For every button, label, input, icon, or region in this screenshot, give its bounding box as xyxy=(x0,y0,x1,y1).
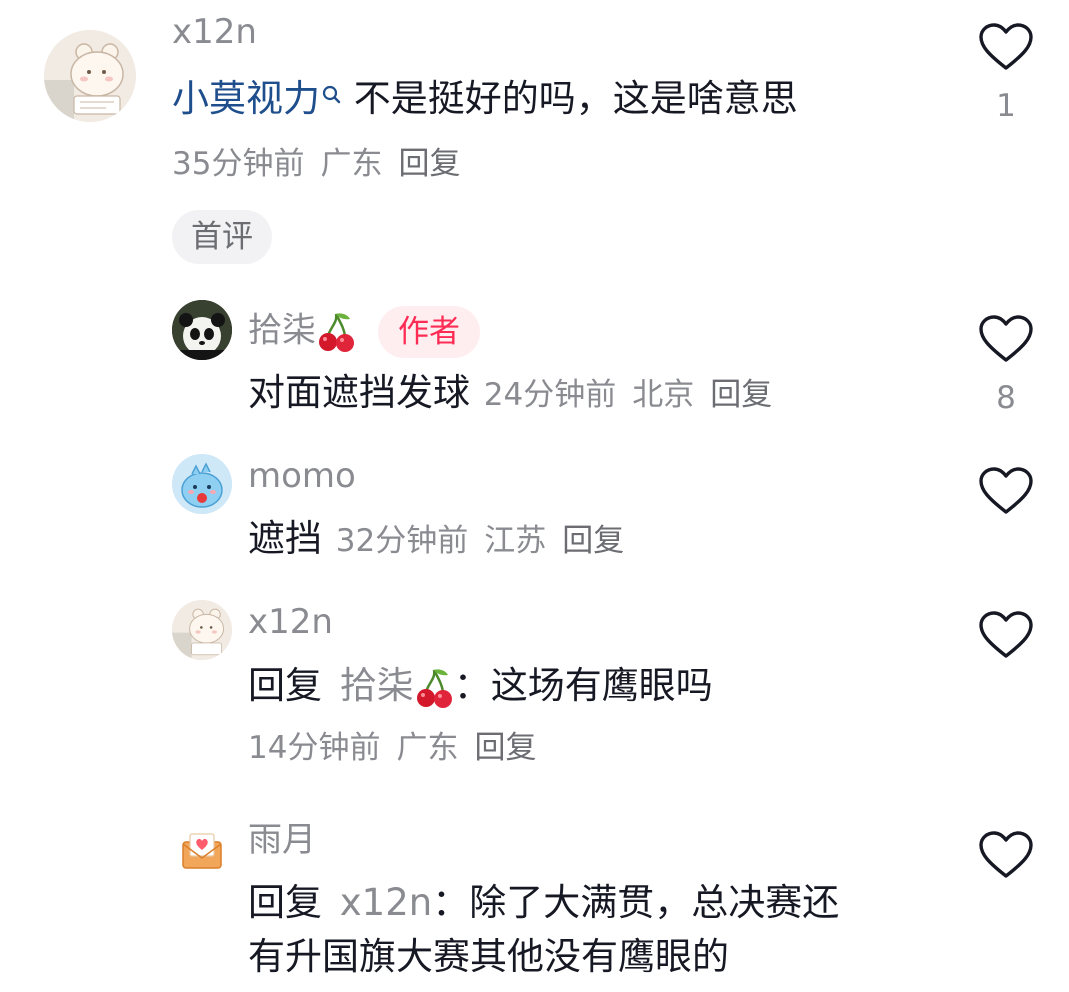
avatar[interactable] xyxy=(180,828,224,872)
comment-location: 江苏 xyxy=(484,523,547,559)
comment-text[interactable]: 回复 x12n：除了大满贯，总决赛还 xyxy=(248,880,839,926)
reply-target-username[interactable]: 拾柒 xyxy=(340,664,414,707)
comment-location: 广东 xyxy=(320,146,383,182)
comment-meta: 14分钟前 广东 回复 xyxy=(248,728,536,768)
blue-creature-avatar-icon xyxy=(172,454,232,514)
comment-time: 14分钟前 xyxy=(248,730,381,766)
like-count: 1 xyxy=(996,88,1016,124)
comment-text[interactable]: 小莫视力 不是挺好的吗，这是啥意思 xyxy=(172,76,798,122)
search-icon[interactable] xyxy=(322,72,342,118)
panda-avatar-icon xyxy=(172,300,232,360)
avatar[interactable] xyxy=(44,30,136,122)
avatar[interactable] xyxy=(172,600,232,660)
username[interactable]: 雨月 xyxy=(248,820,316,860)
like-count: 8 xyxy=(996,380,1016,416)
reply-target-username[interactable]: x12n xyxy=(340,881,432,924)
author-badge: 作者 xyxy=(378,306,480,358)
username[interactable]: 拾柒 作者 xyxy=(248,306,480,358)
comment-meta: 35分钟前 广东 回复 xyxy=(172,144,460,184)
reply-button[interactable]: 回复 xyxy=(474,730,536,766)
first-comment-badge: 首评 xyxy=(172,210,272,264)
avatar[interactable] xyxy=(172,300,232,360)
like-heart-icon[interactable] xyxy=(978,610,1034,660)
like-heart-icon[interactable] xyxy=(978,314,1034,364)
reply-button[interactable]: 回复 xyxy=(562,523,624,559)
like-heart-icon[interactable] xyxy=(978,466,1034,516)
comment-location: 北京 xyxy=(632,377,695,413)
envelope-heart-avatar-icon xyxy=(182,833,222,869)
comment-content: ：除了大满贯，总决赛还 xyxy=(432,881,840,924)
reply-button[interactable]: 回复 xyxy=(398,146,460,182)
cherry-icon xyxy=(319,313,354,352)
comment-meta: 24分钟前 北京 回复 xyxy=(484,377,772,413)
comment-time: 32分钟前 xyxy=(335,523,469,559)
bear-avatar-icon xyxy=(44,30,136,122)
comment-text[interactable]: 回复 拾柒 ：这场有鹰眼吗 xyxy=(248,660,713,712)
like-heart-icon[interactable] xyxy=(978,830,1034,880)
comment-content: 对面遮挡发球 xyxy=(248,371,470,414)
comment-text[interactable]: 对面遮挡发球 24分钟前 北京 回复 xyxy=(248,370,772,416)
comment-content: 不是挺好的吗，这是啥意思 xyxy=(342,77,798,120)
like-heart-icon[interactable] xyxy=(978,22,1034,72)
comment-meta: 32分钟前 江苏 回复 xyxy=(336,523,624,559)
bear-avatar-icon xyxy=(172,600,232,660)
comment-content: 遮挡 xyxy=(248,517,322,560)
comment-time: 35分钟前 xyxy=(172,146,305,182)
comment-content: ：这场有鹰眼吗 xyxy=(453,664,713,707)
comment-text-line2: 有升国旗大赛其他没有鹰眼的 xyxy=(248,935,729,978)
reply-button[interactable]: 回复 xyxy=(710,377,772,413)
avatar[interactable] xyxy=(172,454,232,514)
reply-prefix: 回复 xyxy=(248,881,322,924)
username[interactable]: x12n xyxy=(248,602,333,642)
cherry-icon xyxy=(416,668,452,708)
username-text: 拾柒 xyxy=(248,310,316,351)
reply-prefix: 回复 xyxy=(248,664,322,707)
comment-text[interactable]: 遮挡 32分钟前 江苏 回复 xyxy=(248,516,624,562)
username[interactable]: x12n xyxy=(172,12,257,52)
comment-time: 24分钟前 xyxy=(483,377,617,413)
search-link[interactable]: 小莫视力 xyxy=(172,77,320,120)
comment-location: 广东 xyxy=(396,730,459,766)
username[interactable]: momo xyxy=(248,456,356,496)
